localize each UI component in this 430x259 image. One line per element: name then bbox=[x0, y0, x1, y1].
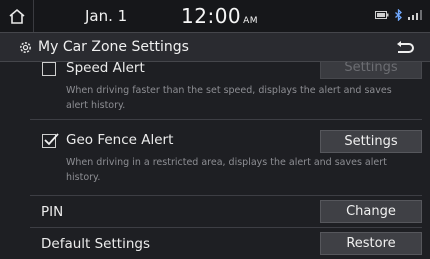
list-item-geo-fence-alert: Geo Fence Alert Settings When driving in… bbox=[30, 120, 422, 196]
list-item-default-settings: Default Settings Restore bbox=[30, 228, 422, 259]
home-button[interactable] bbox=[0, 0, 34, 32]
clock: 12:00 AM bbox=[181, 4, 258, 28]
speed-alert-settings-button[interactable]: Settings bbox=[320, 62, 422, 79]
restore-button[interactable]: Restore bbox=[320, 232, 422, 255]
list-item-pin: PIN Change bbox=[30, 196, 422, 228]
settings-list: Speed Alert Settings When driving faster… bbox=[0, 62, 430, 259]
back-button[interactable] bbox=[390, 38, 420, 58]
checkmark-icon bbox=[44, 133, 59, 146]
speed-alert-label: Speed Alert bbox=[66, 62, 145, 76]
gear-icon bbox=[20, 42, 31, 53]
back-arrow-icon bbox=[397, 41, 414, 53]
pin-label: PIN bbox=[41, 204, 64, 220]
list-item-speed-alert: Speed Alert Settings When driving faster… bbox=[30, 62, 422, 120]
ampm-indicator: AM bbox=[243, 16, 259, 26]
page-title: My Car Zone Settings bbox=[38, 39, 189, 55]
signal-icon bbox=[408, 10, 422, 20]
home-icon bbox=[8, 8, 25, 24]
speed-alert-description: When driving faster than the set speed, … bbox=[66, 85, 392, 111]
speed-alert-checkbox[interactable] bbox=[42, 62, 56, 76]
geo-fence-alert-description: When driving in a restricted area, displ… bbox=[66, 157, 387, 183]
time-display: 12:00 bbox=[181, 4, 242, 28]
bluetooth-icon bbox=[395, 9, 402, 21]
status-bar: Jan. 1 12:00 AM bbox=[0, 0, 430, 32]
pin-change-button[interactable]: Change bbox=[320, 200, 422, 223]
status-icons bbox=[375, 9, 422, 21]
battery-icon bbox=[375, 11, 389, 19]
geo-fence-alert-checkbox[interactable] bbox=[42, 133, 59, 148]
date-display: Jan. 1 bbox=[85, 7, 128, 25]
title-bar: My Car Zone Settings bbox=[0, 32, 430, 62]
geo-fence-alert-label: Geo Fence Alert bbox=[66, 132, 174, 148]
geo-fence-settings-button[interactable]: Settings bbox=[320, 130, 422, 153]
default-settings-label: Default Settings bbox=[41, 236, 150, 252]
